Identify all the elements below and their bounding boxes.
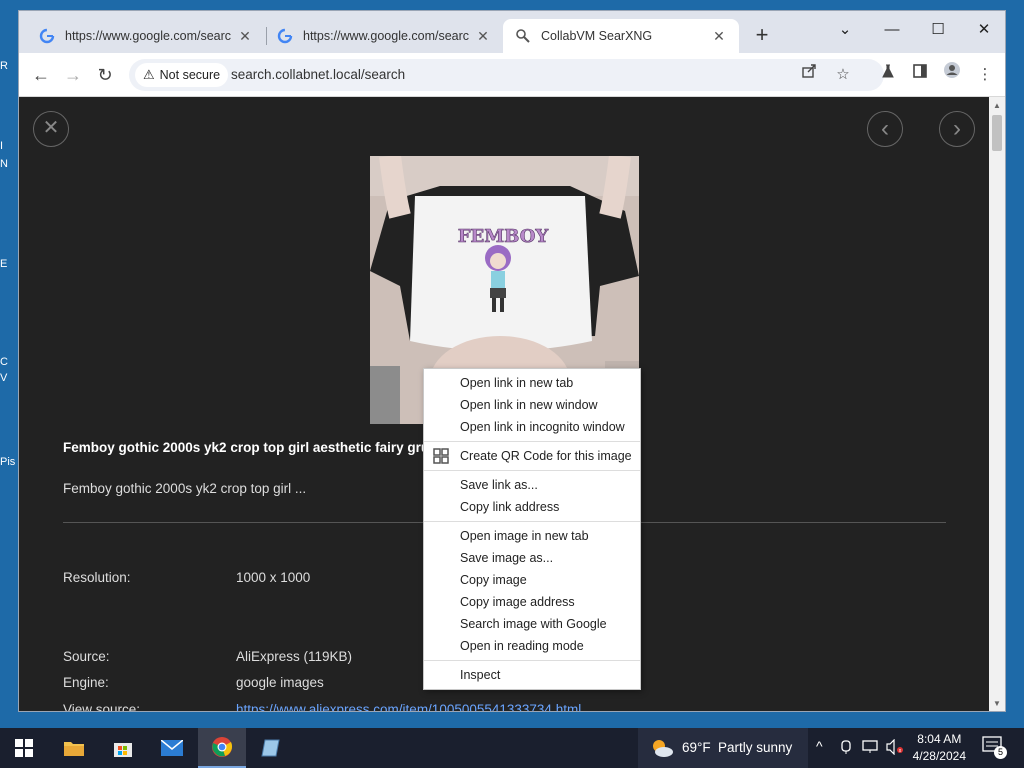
scroll-thumb[interactable] — [992, 115, 1002, 151]
meet-now-icon[interactable] — [840, 739, 854, 758]
searxng-icon — [515, 28, 531, 44]
close-window-button[interactable]: ✕ — [961, 15, 1007, 45]
view-source-link[interactable]: https://www.aliexpress.com/item/10050055… — [236, 702, 581, 711]
desktop-frag-1: R — [0, 60, 8, 72]
new-tab-button[interactable]: + — [749, 23, 775, 49]
warning-icon: ⚠ — [143, 67, 155, 82]
weather-widget[interactable]: 69°F Partly sunny — [638, 728, 808, 768]
browser-toolbar: ← → ↻ ⚠ Not secure search.collabnet.loca… — [19, 53, 1005, 97]
source-value: AliExpress (119KB) — [236, 649, 353, 664]
maximize-button[interactable]: ☐ — [915, 15, 961, 45]
desktop-frag-7: Pis — [0, 456, 16, 468]
share-icon[interactable] — [797, 63, 821, 87]
system-clock[interactable]: 8:04 AM 4/28/2024 — [913, 731, 966, 765]
result-description: Femboy gothic 2000s yk2 crop top girl ..… — [63, 481, 307, 496]
google-icon — [277, 28, 293, 44]
profile-avatar-icon[interactable] — [938, 61, 966, 89]
windows-logo-icon — [15, 739, 33, 757]
menu-separator — [424, 521, 640, 522]
forward-button[interactable]: → — [59, 61, 87, 89]
file-explorer-icon[interactable] — [50, 728, 98, 768]
show-hidden-icons-chevron-icon[interactable]: ^ — [816, 738, 823, 754]
notepad-app-icon[interactable] — [247, 728, 295, 768]
bookmark-star-icon[interactable]: ☆ — [831, 63, 855, 87]
engine-value: google images — [236, 675, 324, 690]
menu-separator — [424, 660, 640, 661]
clock-date: 4/28/2024 — [912, 749, 966, 763]
desktop-frag-6: V — [0, 372, 8, 384]
security-label: Not secure — [159, 68, 221, 82]
tab-search-button[interactable]: ⌄ — [822, 15, 868, 45]
desktop-frag-5: C — [0, 356, 8, 368]
tab-close-icon[interactable]: ✕ — [711, 28, 727, 45]
side-panel-icon[interactable] — [906, 61, 934, 89]
ctx-create-qr-code[interactable]: Create QR Code for this image — [424, 445, 640, 467]
resolution-label: Resolution: — [63, 570, 131, 585]
previous-image-button[interactable]: ‹ — [867, 111, 903, 147]
ctx-open-link-incognito[interactable]: Open link in incognito window — [424, 416, 640, 438]
weather-temp: 69°F — [682, 740, 711, 755]
back-button[interactable]: ← — [27, 61, 55, 89]
menu-separator — [424, 441, 640, 442]
clock-time: 8:04 AM — [917, 732, 962, 746]
source-label: Source: — [63, 649, 110, 664]
labs-flask-icon[interactable] — [874, 61, 902, 89]
context-menu: Open link in new tab Open link in new wi… — [423, 368, 641, 690]
engine-label: Engine: — [63, 675, 109, 690]
more-menu-icon[interactable]: ⋮ — [971, 61, 999, 89]
notification-center-icon[interactable]: 5 — [982, 736, 1007, 760]
menu-separator — [424, 470, 640, 471]
page-scrollbar[interactable]: ▲ ▼ — [989, 97, 1005, 711]
ctx-create-qr-code-label: Create QR Code for this image — [460, 449, 632, 463]
partly-sunny-icon — [653, 740, 673, 757]
minimize-button[interactable]: — — [869, 15, 915, 45]
scroll-up-arrow-icon[interactable]: ▲ — [989, 99, 1005, 113]
desktop-frag-2: I — [0, 140, 4, 152]
shirt-print-text: FEMBOY — [458, 226, 550, 247]
network-icon[interactable] — [862, 739, 880, 758]
resolution-value: 1000 x 1000 — [236, 570, 311, 585]
ctx-copy-image[interactable]: Copy image — [424, 569, 640, 591]
ctx-open-image-new-tab[interactable]: Open image in new tab — [424, 525, 640, 547]
next-image-button[interactable]: › — [939, 111, 975, 147]
ctx-copy-link-address[interactable]: Copy link address — [424, 496, 640, 518]
start-button[interactable] — [0, 728, 48, 768]
weather-desc: Partly sunny — [718, 740, 793, 755]
url-text[interactable]: search.collabnet.local/search — [231, 67, 405, 82]
security-indicator[interactable]: ⚠ Not secure — [135, 63, 229, 87]
notification-badge: 5 — [994, 746, 1007, 759]
mail-icon[interactable] — [148, 728, 196, 768]
close-preview-button[interactable]: ✕ — [33, 111, 69, 147]
store-icon[interactable] — [99, 728, 147, 768]
scroll-down-arrow-icon[interactable]: ▼ — [989, 697, 1005, 711]
google-icon — [39, 28, 55, 44]
ctx-search-image-google[interactable]: Search image with Google — [424, 613, 640, 635]
ctx-save-image-as[interactable]: Save image as... — [424, 547, 640, 569]
desktop-frag-4: E — [0, 258, 8, 270]
address-bar[interactable]: ⚠ Not secure search.collabnet.local/sear… — [129, 59, 884, 91]
result-title[interactable]: Femboy gothic 2000s yk2 crop top girl ae… — [63, 440, 453, 455]
tab-searxng[interactable]: CollabVM SearXNG ✕ — [503, 19, 739, 53]
view-source-label: View source: — [63, 702, 141, 711]
tab-google-1[interactable]: https://www.google.com/search? ✕ — [27, 19, 265, 53]
desktop-frag-3: N — [0, 158, 8, 170]
ctx-save-link-as[interactable]: Save link as... — [424, 474, 640, 496]
tab-title: https://www.google.com/search? — [303, 29, 469, 43]
reload-button[interactable]: ↻ — [91, 61, 119, 89]
ctx-copy-image-address[interactable]: Copy image address — [424, 591, 640, 613]
ctx-open-link-new-tab[interactable]: Open link in new tab — [424, 372, 640, 394]
tab-title: CollabVM SearXNG — [541, 29, 653, 43]
chrome-taskbar-icon[interactable] — [198, 728, 246, 768]
qr-code-icon — [433, 448, 449, 464]
ctx-open-reading-mode[interactable]: Open in reading mode — [424, 635, 640, 657]
tab-title: https://www.google.com/search? — [65, 29, 231, 43]
tab-close-icon[interactable]: ✕ — [237, 28, 253, 45]
ctx-inspect[interactable]: Inspect — [424, 664, 640, 686]
tab-strip: https://www.google.com/search? ✕ https:/… — [19, 11, 1005, 53]
volume-muted-icon[interactable]: x — [886, 738, 904, 758]
ctx-open-link-new-window[interactable]: Open link in new window — [424, 394, 640, 416]
tab-close-icon[interactable]: ✕ — [475, 28, 491, 45]
taskbar: 69°F Partly sunny ^ x 8:04 AM 4/28/2024 … — [0, 728, 1024, 768]
tab-google-2[interactable]: https://www.google.com/search? ✕ — [265, 19, 503, 53]
